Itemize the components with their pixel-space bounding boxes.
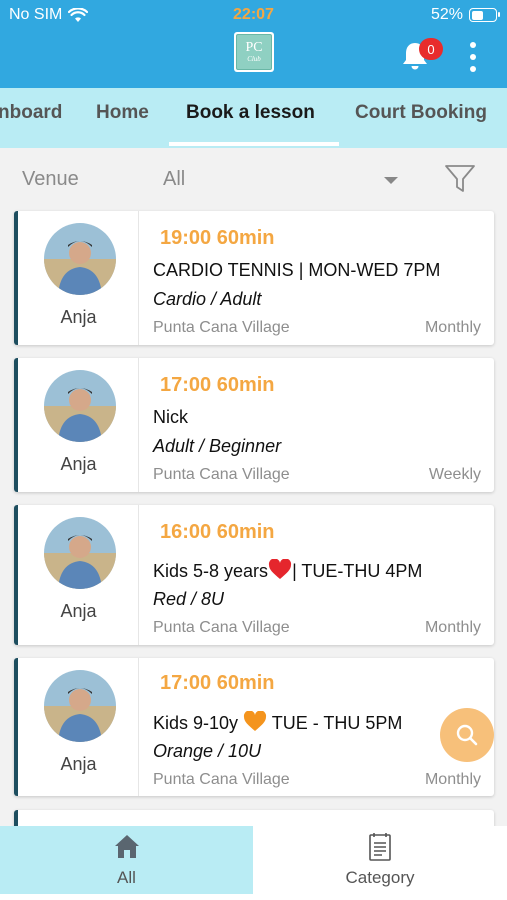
red-heart-icon — [269, 559, 292, 579]
lesson-card[interactable]: Anja 17:00 60min Kids 9-10y TUE - THU 5P… — [14, 658, 494, 796]
active-tab-indicator — [169, 142, 339, 146]
logo-mark: PC Club — [236, 34, 272, 70]
venue-label: Venue — [22, 168, 79, 190]
lesson-title-schedule: | TUE-THU 4PM — [292, 561, 423, 581]
coach-name: Anja — [60, 754, 97, 774]
battery-percent: 52% — [430, 6, 463, 23]
coach-column: Anja — [18, 505, 139, 645]
tab-bar: nboard Home Book a lesson Court Booking — [0, 88, 507, 148]
venue-filter: Venue All — [0, 148, 507, 210]
avatar — [44, 670, 116, 742]
lesson-category: Red / 8U — [153, 589, 225, 609]
lesson-time: 17:00 60min — [160, 374, 275, 396]
nav-all-label: All — [117, 868, 136, 887]
bottom-nav: All Category — [0, 826, 507, 900]
lesson-venue: Punta Cana Village — [153, 319, 290, 336]
lesson-category: Adult / Beginner — [153, 436, 282, 456]
lesson-frequency: Monthly — [424, 319, 481, 336]
coach-column: Anja — [18, 211, 139, 345]
club-logo[interactable]: PC Club — [234, 32, 274, 72]
lesson-time: 19:00 60min — [160, 227, 275, 249]
more-menu-icon[interactable] — [466, 42, 480, 72]
lesson-category: Orange / 10U — [153, 741, 262, 761]
chevron-down-icon[interactable] — [384, 177, 398, 184]
lesson-frequency: Monthly — [424, 771, 481, 788]
home-icon — [115, 835, 139, 858]
lesson-time: 16:00 60min — [160, 521, 275, 543]
battery-indicator: 52% — [430, 6, 500, 24]
lesson-title: Kids 9-10y TUE - THU 5PM — [153, 711, 402, 734]
avatar — [44, 223, 116, 295]
orange-heart-icon — [244, 711, 267, 731]
status-bar: No SIM 22:07 52% — [0, 0, 507, 32]
tab-home[interactable]: Home — [96, 102, 149, 124]
coach-column: Anja — [18, 658, 139, 796]
lesson-frequency: Monthly — [424, 619, 481, 636]
screen: No SIM 22:07 52% PC Club 0 nboard Home B… — [0, 0, 507, 900]
app-header: No SIM 22:07 52% PC Club 0 — [0, 0, 507, 88]
lesson-card[interactable]: Anja 16:00 60min Kids 5-8 years | TUE-THU… — [14, 505, 494, 645]
coach-name: Anja — [60, 307, 97, 327]
lesson-title: Nick — [153, 407, 188, 427]
nav-category[interactable]: Category — [253, 826, 507, 894]
lesson-title-text: Kids 9-10y — [153, 713, 244, 733]
lesson-venue: Punta Cana Village — [153, 466, 290, 483]
lesson-card[interactable]: Anja 17:00 60min Nick Adult / Beginner P… — [14, 358, 494, 492]
lesson-card[interactable]: Anja 19:00 60min CARDIO TENNIS | MON-WED… — [14, 211, 494, 345]
nav-all[interactable]: All — [0, 826, 253, 894]
search-button[interactable] — [440, 708, 494, 762]
filter-icon[interactable] — [444, 164, 476, 194]
tab-dashboard[interactable]: nboard — [0, 102, 62, 124]
lesson-title-text: Kids 5-8 years — [153, 561, 269, 581]
document-list-icon — [369, 833, 391, 861]
coach-name: Anja — [60, 601, 97, 621]
coach-column: Anja — [18, 358, 139, 492]
notification-badge: 0 — [419, 38, 443, 60]
battery-icon — [469, 8, 500, 22]
tab-court-booking[interactable]: Court Booking — [355, 102, 487, 124]
lesson-time: 17:00 60min — [160, 672, 275, 694]
lesson-frequency: Weekly — [428, 466, 481, 483]
avatar — [44, 370, 116, 442]
logo-subtext: Club — [247, 55, 261, 63]
nav-category-label: Category — [345, 868, 415, 887]
lesson-title: CARDIO TENNIS | MON-WED 7PM — [153, 260, 441, 280]
battery-fill — [471, 10, 483, 20]
tab-book-lesson[interactable]: Book a lesson — [186, 102, 315, 124]
lesson-category: Cardio / Adult — [153, 289, 262, 309]
search-icon — [456, 724, 478, 746]
lesson-title: Kids 5-8 years | TUE-THU 4PM — [153, 559, 422, 582]
lesson-venue: Punta Cana Village — [153, 619, 290, 636]
logo-text: PC — [245, 40, 263, 55]
coach-name: Anja — [60, 454, 97, 474]
venue-select[interactable]: All — [163, 168, 185, 191]
lesson-title-schedule: TUE - THU 5PM — [267, 713, 403, 733]
avatar — [44, 517, 116, 589]
lesson-venue: Punta Cana Village — [153, 771, 290, 788]
